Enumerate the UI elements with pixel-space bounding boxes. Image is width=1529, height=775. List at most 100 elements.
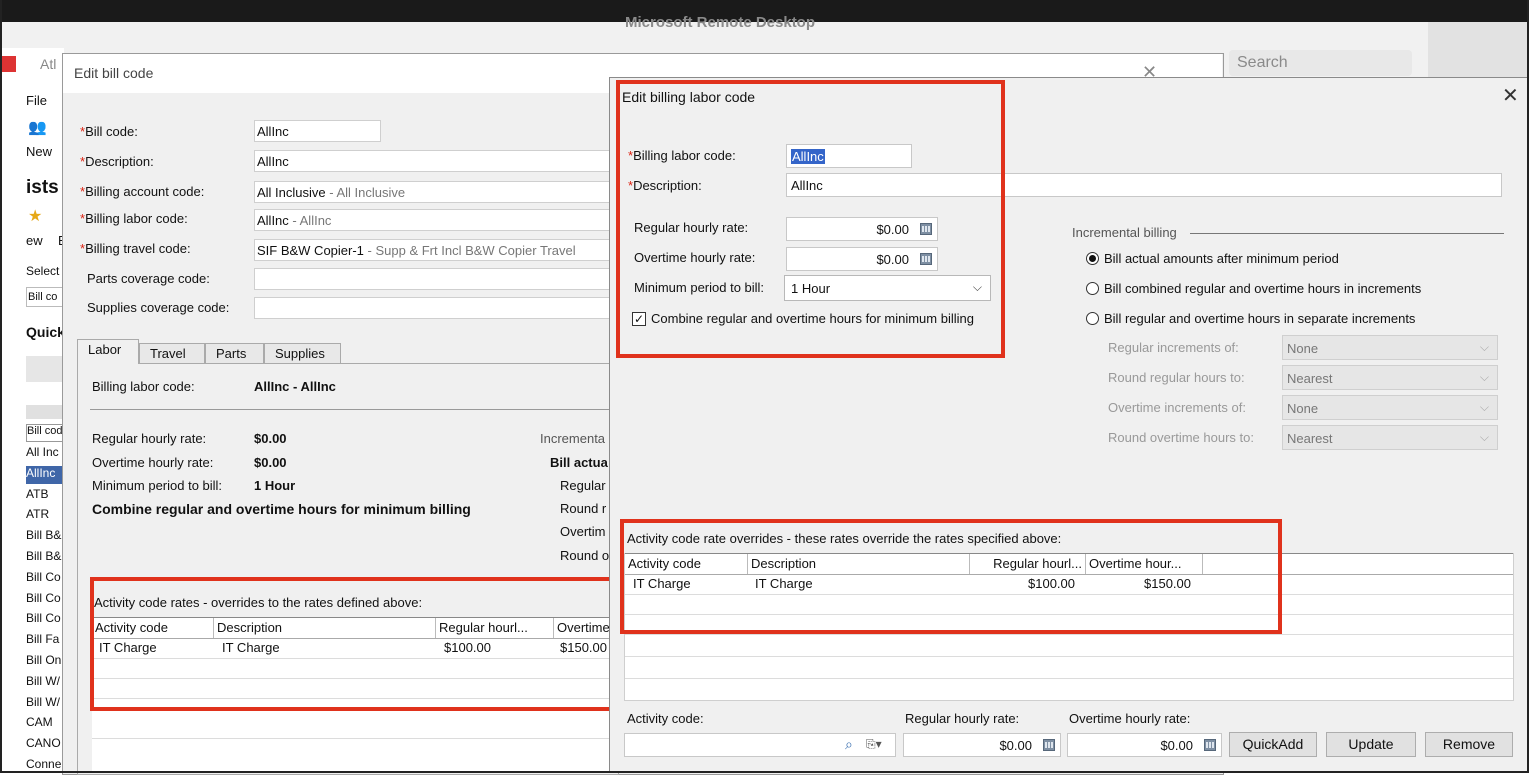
round-overtime-label: Round overtime hours to: xyxy=(1108,430,1254,445)
select-label: Select xyxy=(26,264,60,278)
update-button[interactable]: Update xyxy=(1326,732,1416,757)
new-button-label[interactable]: New xyxy=(26,144,52,159)
view-label[interactable]: ew xyxy=(26,233,43,248)
list-item[interactable]: ATR xyxy=(26,507,66,525)
side-rail xyxy=(1428,22,1528,82)
calculator-icon[interactable] xyxy=(1043,739,1055,751)
remove-button[interactable]: Remove xyxy=(1425,732,1513,757)
labor-billing-labor-code-value: AllInc - AllInc xyxy=(254,379,336,394)
labor-bill-actual-label: Bill actua xyxy=(550,455,608,470)
list-item[interactable]: Bill On xyxy=(26,653,66,671)
list-header[interactable]: Bill cod xyxy=(26,424,66,442)
labor-min-period-label: Minimum period to bill: xyxy=(92,478,223,493)
radio-bill-actual-label[interactable]: Bill actual amounts after minimum period xyxy=(1104,251,1339,266)
people-icon[interactable]: 👥 xyxy=(28,118,48,136)
radio-bill-combined[interactable] xyxy=(1086,282,1099,295)
file-menu[interactable]: File xyxy=(26,93,47,108)
billing-labor-code-label: *Billing labor code: xyxy=(80,211,188,226)
description-field[interactable]: AllInc xyxy=(254,150,614,172)
description-label: *Description: xyxy=(80,154,154,169)
edit-bill-code-title: Edit bill code xyxy=(74,65,154,81)
billing-labor-code-field[interactable]: AllInc - AllInc xyxy=(254,209,614,231)
search-input[interactable]: Search xyxy=(1229,50,1412,76)
highlight-box xyxy=(620,519,1282,634)
lookup-dropdown-icon[interactable]: ⎘▾ xyxy=(866,737,882,752)
labor-combine-text: Combine regular and overtime hours for m… xyxy=(92,501,471,517)
round-overtime-select[interactable]: Nearest ⌵ xyxy=(1282,425,1498,450)
labor-regular-rate-label: Regular hourly rate: xyxy=(92,431,207,446)
parts-coverage-code-field[interactable] xyxy=(254,268,614,290)
overtime-increments-label: Overtime increments of: xyxy=(1108,400,1246,415)
highlight-box xyxy=(616,80,1005,358)
footer-activity-code-label: Activity code: xyxy=(627,711,704,726)
quickadd-button[interactable]: QuickAdd xyxy=(1229,732,1317,757)
tab-travel[interactable]: Travel xyxy=(139,343,205,363)
quick-bar xyxy=(26,356,66,382)
frame-edge-left xyxy=(0,0,2,773)
labor-billing-labor-code-label: Billing labor code: xyxy=(92,379,195,394)
overtime-increments-select[interactable]: None ⌵ xyxy=(1282,395,1498,420)
close-icon[interactable]: ✕ xyxy=(1502,86,1519,106)
list-item[interactable]: Bill W/ xyxy=(26,695,66,713)
app-name: Atl xyxy=(40,56,57,72)
tab-supplies[interactable]: Supplies xyxy=(264,343,341,363)
calculator-icon[interactable] xyxy=(1204,739,1216,751)
radio-bill-separate[interactable] xyxy=(1086,312,1099,325)
radio-bill-combined-label[interactable]: Bill combined regular and overtime hours… xyxy=(1104,281,1421,296)
list-item[interactable]: CANO xyxy=(26,736,66,754)
list-item[interactable]: Bill Co xyxy=(26,570,66,588)
list-item[interactable]: ATB xyxy=(26,487,66,505)
list-item[interactable]: CAM xyxy=(26,715,66,733)
bill-code-label: *Bill code: xyxy=(80,124,138,139)
labor-overtime-label: Overtim xyxy=(560,524,606,539)
list-item[interactable]: Bill W/ xyxy=(26,674,66,692)
bill-code-select[interactable]: Bill co xyxy=(26,287,66,307)
activity-code-input[interactable] xyxy=(624,733,896,757)
incremental-billing-heading: Incremental billing xyxy=(1072,225,1177,240)
footer-overtime-rate-input[interactable]: $0.00 xyxy=(1067,733,1222,757)
footer-regular-rate-label: Regular hourly rate: xyxy=(905,711,1020,726)
labor-incremental-label: Incrementa xyxy=(540,431,606,446)
billing-travel-code-label: *Billing travel code: xyxy=(80,241,191,256)
row-line xyxy=(625,634,1513,635)
list-item[interactable]: Bill Co xyxy=(26,611,66,629)
star-icon[interactable]: ★ xyxy=(28,206,42,226)
footer-regular-rate-input[interactable]: $0.00 xyxy=(903,733,1061,757)
labor-round-label: Round r xyxy=(560,501,607,516)
labor-overtime-rate-label: Overtime hourly rate: xyxy=(92,455,214,470)
tab-labor[interactable]: Labor xyxy=(77,339,139,364)
list-item[interactable]: Bill B& xyxy=(26,549,66,567)
billing-account-code-field[interactable]: All Inclusive - All Inclusive xyxy=(254,181,614,203)
row-line xyxy=(625,656,1513,657)
chevron-down-icon: ⌵ xyxy=(1479,400,1489,414)
quick-label: Quick xyxy=(26,324,65,340)
app-logo-icon xyxy=(2,56,16,72)
search-icon[interactable]: ⌕ xyxy=(845,736,853,753)
list-item[interactable]: Bill Co xyxy=(26,591,66,609)
labor-round-o-label: Round o xyxy=(560,548,610,563)
regular-increments-select[interactable]: None ⌵ xyxy=(1282,335,1498,360)
tab-parts[interactable]: Parts xyxy=(205,343,264,363)
highlight-box xyxy=(90,577,618,711)
bill-code-field[interactable]: AllInc xyxy=(254,120,381,142)
supplies-coverage-code-field[interactable] xyxy=(254,297,614,319)
remote-desktop-title: Microsoft Remote Desktop xyxy=(624,14,816,31)
billing-travel-code-field[interactable]: SIF B&W Copier-1 - Supp & Frt Incl B&W C… xyxy=(254,239,614,261)
list-item[interactable]: Bill Fa xyxy=(26,632,66,650)
radio-bill-separate-label[interactable]: Bill regular and overtime hours in separ… xyxy=(1104,311,1415,326)
chevron-down-icon: ⌵ xyxy=(1479,430,1489,444)
parts-coverage-code-label: Parts coverage code: xyxy=(87,271,210,286)
row-line xyxy=(92,738,612,739)
list-item[interactable]: Bill B& xyxy=(26,528,66,546)
chevron-down-icon: ⌵ xyxy=(1479,370,1489,384)
labor-min-period-value: 1 Hour xyxy=(254,478,296,493)
lists-heading: ists xyxy=(26,177,59,198)
list-item[interactable]: AllInc xyxy=(26,465,66,484)
round-regular-select[interactable]: Nearest ⌵ xyxy=(1282,365,1498,390)
labor-regular-rate-value: $0.00 xyxy=(254,431,287,446)
regular-increments-label: Regular increments of: xyxy=(1108,340,1239,355)
labor-regular-label: Regular xyxy=(560,478,606,493)
list-item[interactable]: All Inc xyxy=(26,445,66,463)
list-spacer xyxy=(26,405,66,419)
radio-bill-actual[interactable] xyxy=(1086,252,1099,265)
